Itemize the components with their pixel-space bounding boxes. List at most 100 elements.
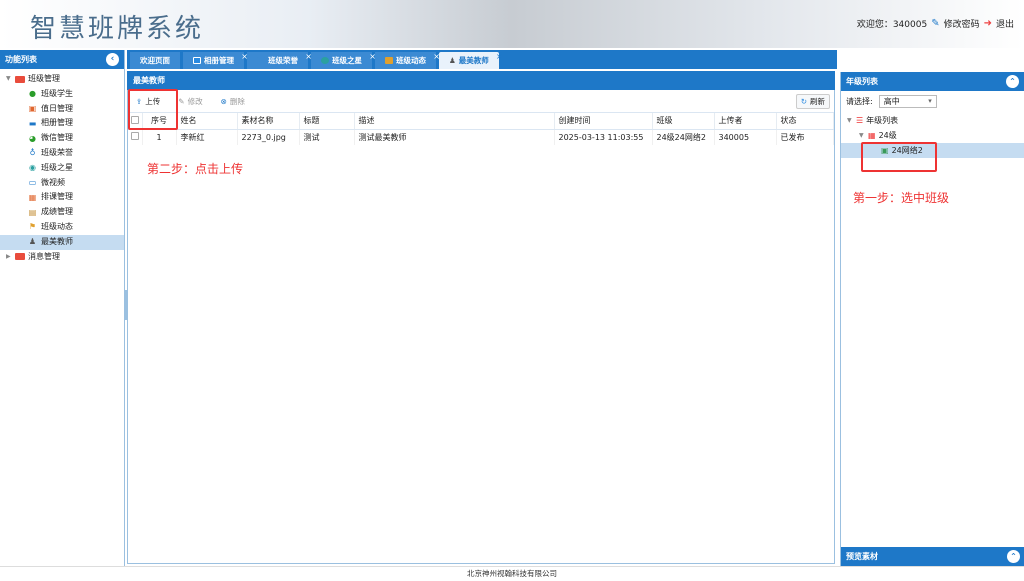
sidebar-item-schedule[interactable]: ▦ 排课管理 — [0, 190, 124, 205]
annotation-box-upload — [128, 89, 178, 130]
sidebar-item-label: 班级动态 — [41, 221, 73, 231]
tab-star[interactable]: 班级之星 × — [311, 52, 376, 69]
calendar-icon: ▣ — [28, 103, 37, 113]
sidebar-item-duty[interactable]: ▣ 值日管理 — [0, 102, 124, 117]
pencil-icon: ✎ — [178, 96, 185, 106]
sidebar-item-label: 最美教师 — [41, 236, 73, 246]
star-icon — [321, 57, 329, 64]
flag-icon: ⚑ — [28, 222, 37, 232]
cell-status: 已发布 — [776, 129, 834, 145]
change-password-link[interactable]: 修改密码 — [944, 17, 980, 30]
edit-button[interactable]: ✎ 修改 — [174, 93, 206, 109]
expand-icon[interactable]: ▶ — [6, 250, 15, 265]
edit-label: 修改 — [187, 96, 203, 106]
grades-icon: ▤ — [28, 207, 37, 217]
collapse-up-icon[interactable]: ⌃ — [1007, 550, 1020, 563]
sidebar-item-honor[interactable]: ♁ 班级荣誉 — [0, 146, 124, 161]
tab-news[interactable]: 班级动态 × — [375, 52, 440, 69]
expand-icon[interactable]: ▼ — [847, 113, 856, 128]
sidebar-item-label: 班级学生 — [41, 88, 73, 98]
cell-name: 李新红 — [176, 129, 238, 145]
panel-title: 最美教师 — [127, 71, 835, 90]
table-header-row: 序号 姓名 素材名称 标题 描述 创建时间 班级 上传者 状态 — [128, 113, 834, 130]
delete-icon: ⊗ — [220, 96, 227, 106]
sidebar-title: 功能列表 — [5, 55, 37, 64]
cell-uploader: 340005 — [714, 129, 777, 145]
sidebar-item-best-teacher[interactable]: ♟ 最美教师 — [0, 234, 124, 250]
sidebar-item-news[interactable]: ⚑ 班级动态 — [0, 220, 124, 235]
grade-panel-title: 年级列表 — [846, 77, 878, 86]
logout-link[interactable]: 退出 — [996, 17, 1014, 30]
tab-welcome[interactable]: 欢迎页面 — [130, 52, 180, 69]
expand-icon[interactable]: ▼ — [6, 72, 15, 87]
sidebar-item-label: 相册管理 — [41, 118, 73, 128]
annotation-step-two: 第二步：点击上传 — [147, 162, 244, 176]
collapse-up-icon[interactable]: ⌃ — [1006, 75, 1019, 88]
sidebar-item-class-students[interactable]: ● 班级学生 — [0, 87, 124, 102]
video-icon: ▭ — [28, 177, 37, 187]
sidebar-item-album[interactable]: ▬ 相册管理 — [0, 116, 124, 131]
delete-label: 删除 — [229, 96, 245, 106]
sidebar-group-label: 班级管理 — [28, 74, 60, 83]
grid-icon: ▦ — [868, 131, 876, 140]
expand-icon[interactable]: ▼ — [859, 128, 868, 143]
grade-panel-header: 年级列表 ⌃ — [841, 72, 1024, 91]
folder-icon — [15, 253, 25, 261]
tab-best-teacher[interactable]: ♟ 最美教师 × — [439, 52, 503, 69]
sidebar-collapse-icon[interactable]: ‹ — [106, 53, 119, 66]
tab-album[interactable]: 相册管理 × — [183, 52, 248, 69]
album-icon: ▬ — [28, 118, 37, 128]
tab-bar: 欢迎页面 相册管理 × 班级荣誉 × 班级之星 × 班级动态 × ♟ 最美教师 × — [127, 50, 837, 69]
sidebar-group-message-management[interactable]: ▶ 消息管理 — [0, 250, 124, 265]
sidebar-item-grades[interactable]: ▤ 成绩管理 — [0, 205, 124, 220]
column-header[interactable]: 上传者 — [714, 113, 777, 130]
column-header[interactable]: 姓名 — [176, 113, 238, 130]
logout-icon: ➜ — [983, 18, 992, 29]
star-icon: ◉ — [29, 163, 36, 173]
annotation-step-one: 第一步：选中班级 — [853, 191, 950, 205]
sidebar-item-wechat[interactable]: ◕ 微信管理 — [0, 131, 124, 146]
sidebar-item-label: 值日管理 — [41, 103, 73, 113]
tab-label: 最美教师 — [458, 56, 489, 65]
column-header[interactable]: 标题 — [299, 113, 355, 130]
tab-honor[interactable]: 班级荣誉 × — [247, 52, 312, 69]
main-content: 欢迎页面 相册管理 × 班级荣誉 × 班级之星 × 班级动态 × ♟ 最美教师 × 最美教师… — [127, 50, 837, 566]
select-label: 请选择: — [846, 96, 873, 106]
cell-created: 2025-03-13 11:03:55 — [554, 129, 653, 145]
flag-icon — [385, 57, 393, 64]
cell-description: 测试最美教师 — [354, 129, 555, 145]
sidebar-group-class-management[interactable]: ▼ 班级管理 — [0, 72, 124, 87]
delete-button[interactable]: ⊗ 删除 — [217, 93, 249, 109]
column-header[interactable]: 状态 — [776, 113, 834, 130]
sidebar-item-label: 成绩管理 — [41, 207, 73, 217]
column-header[interactable]: 描述 — [354, 113, 555, 130]
sidebar-item-label: 微视频 — [41, 177, 65, 187]
close-icon[interactable]: × — [496, 48, 503, 65]
cell-index: 1 — [142, 129, 177, 145]
user-bar: 欢迎您：340005 ✎ 修改密码 ➜ 退出 — [857, 17, 1014, 30]
column-header[interactable]: 班级 — [652, 113, 715, 130]
sidebar-header: 功能列表 ‹ — [0, 50, 124, 69]
grade-select[interactable]: 高中 — [878, 94, 937, 108]
sidebar-tree: ▼ 班级管理 ● 班级学生 ▣ 值日管理 ▬ 相册管理 ◕ 微信管理 ♁ 班级荣誉 ◉ 班级… — [0, 69, 124, 264]
tree-root[interactable]: ▼ ☰ 年级列表 — [841, 113, 1024, 128]
tab-label: 班级之星 — [332, 56, 362, 65]
column-header[interactable]: 素材名称 — [237, 113, 300, 130]
sidebar-item-video[interactable]: ▭ 微视频 — [0, 176, 124, 191]
sidebar: 功能列表 ‹ ▼ 班级管理 ● 班级学生 ▣ 值日管理 ▬ 相册管理 ◕ 微信管理 ♁ 班… — [0, 50, 125, 566]
refresh-label: 刷新 — [810, 97, 825, 106]
sidebar-item-star[interactable]: ◉ 班级之星 — [0, 161, 124, 176]
sidebar-item-label: 班级之星 — [41, 162, 73, 172]
tree-grade[interactable]: ▼ ▦ 24级 — [841, 128, 1024, 143]
preview-panel-title: 预览素材 — [846, 552, 878, 561]
grade-panel: 年级列表 ⌃ 请选择: 高中 ▼☰年级列表 ▼▦24级 ▣24网络2 第一步：选… — [840, 72, 1024, 566]
cell-title: 测试 — [299, 129, 355, 145]
refresh-button[interactable]: ↻ 刷新 — [795, 94, 830, 109]
row-checkbox[interactable] — [128, 129, 143, 145]
sidebar-item-label: 排课管理 — [41, 192, 73, 202]
medal-icon: ♁ — [29, 148, 36, 158]
album-icon — [193, 57, 201, 64]
column-header[interactable]: 创建时间 — [554, 113, 653, 130]
table-row[interactable]: 1 李新红 2273_0.jpg 测试 测试最美教师 2025-03-13 11… — [128, 129, 834, 145]
teacher-icon: ♟ — [449, 56, 456, 65]
